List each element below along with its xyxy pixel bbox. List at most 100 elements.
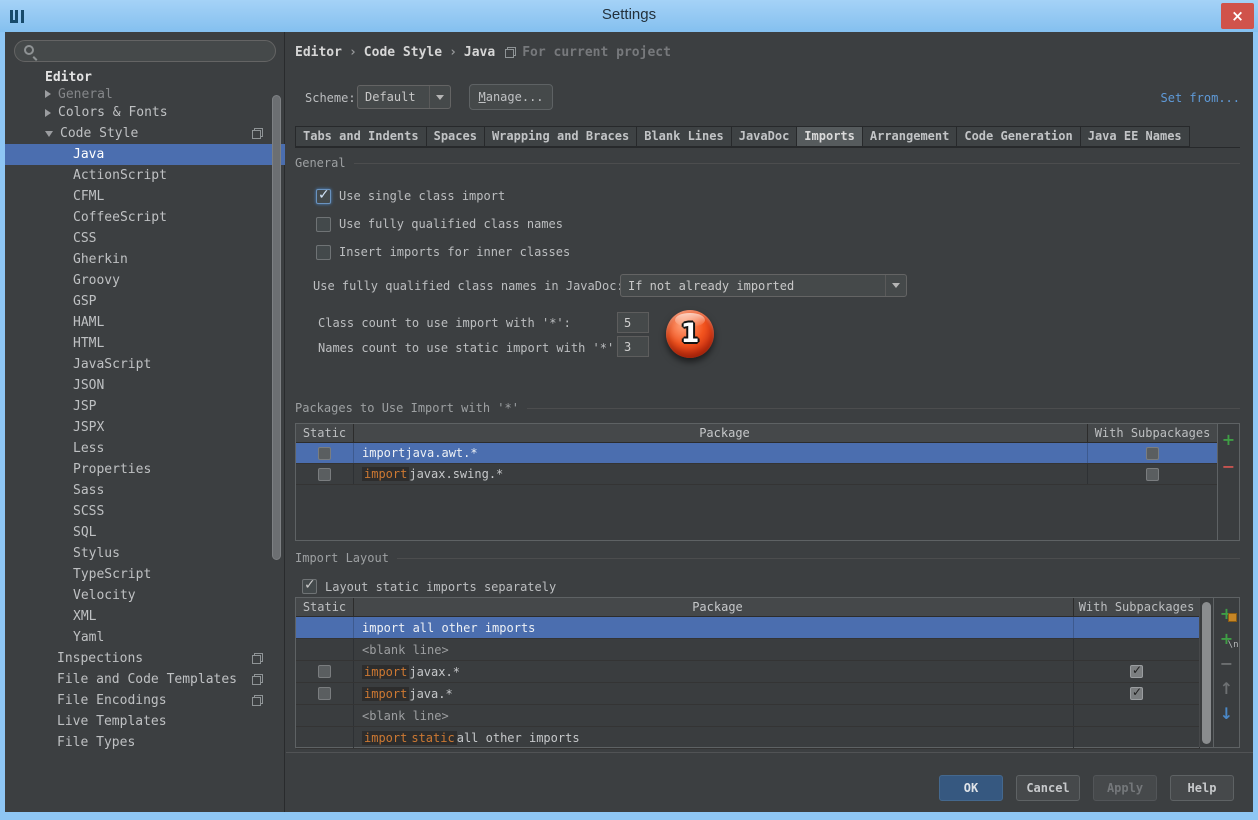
package-cell: <blank line> — [354, 639, 1074, 660]
breadcrumb-segment-editor[interactable]: Editor — [295, 45, 342, 60]
move-down-icon[interactable]: ↓ — [1218, 704, 1236, 722]
sidebar-item-json[interactable]: JSON — [5, 375, 285, 396]
table-checkbox[interactable] — [1130, 687, 1143, 700]
table-checkbox[interactable] — [318, 665, 331, 678]
manage-button[interactable]: Manage... — [469, 84, 553, 110]
sidebar-item-file-and-code-templates[interactable]: File and Code Templates — [5, 669, 285, 690]
add-icon[interactable]: + — [1220, 430, 1238, 448]
expand-arrow-icon[interactable] — [45, 109, 51, 117]
sidebar-item-xml[interactable]: XML — [5, 606, 285, 627]
tab-java-ee-names[interactable]: Java EE Names — [1080, 126, 1190, 147]
table-scrollbar-thumb[interactable] — [1202, 602, 1211, 744]
table-row[interactable]: import all other imports — [296, 617, 1200, 639]
sidebar-item-label: SQL — [73, 525, 96, 540]
set-from-link[interactable]: Set from... — [1161, 91, 1240, 105]
tab-tabs-and-indents[interactable]: Tabs and Indents — [295, 126, 427, 147]
table-row[interactable]: <blank line> — [296, 705, 1200, 727]
scheme-select[interactable]: Default — [357, 85, 451, 109]
sidebar-item-scss[interactable]: SCSS — [5, 501, 285, 522]
javadoc-select[interactable]: If not already imported — [620, 274, 907, 297]
tab-imports[interactable]: Imports — [796, 126, 863, 147]
sidebar-scrollbar-thumb[interactable] — [272, 95, 281, 560]
tab-code-generation[interactable]: Code Generation — [956, 126, 1080, 147]
sidebar-item-groovy[interactable]: Groovy — [5, 270, 285, 291]
checkbox-use-single-class-import[interactable] — [316, 189, 331, 204]
table-row[interactable]: import java.awt.* — [296, 443, 1218, 464]
checkbox-insert-imports-for-inner-classes[interactable] — [316, 245, 331, 260]
tab-spaces[interactable]: Spaces — [426, 126, 485, 147]
tab-arrangement[interactable]: Arrangement — [862, 126, 957, 147]
sidebar-item-jspx[interactable]: JSPX — [5, 417, 285, 438]
table-row[interactable]: import static all other imports — [296, 727, 1200, 749]
tab-blank-lines[interactable]: Blank Lines — [636, 126, 731, 147]
table-checkbox[interactable] — [1146, 447, 1159, 460]
names-count-input[interactable] — [617, 336, 649, 357]
add-package-icon[interactable]: + — [1218, 604, 1236, 622]
table-row[interactable]: import java.* — [296, 683, 1200, 705]
breadcrumb: Editor›Code Style›JavaFor current projec… — [295, 43, 671, 61]
checkbox-use-fully-qualified-class-names[interactable] — [316, 217, 331, 232]
sidebar-item-file-types[interactable]: File Types — [5, 732, 285, 753]
sidebar-item-inspections[interactable]: Inspections — [5, 648, 285, 669]
sidebar-item-jsp[interactable]: JSP — [5, 396, 285, 417]
table-row[interactable]: <blank line> — [296, 639, 1200, 661]
sidebar-item-stylus[interactable]: Stylus — [5, 543, 285, 564]
table-checkbox[interactable] — [318, 687, 331, 700]
search-input[interactable] — [43, 42, 268, 60]
sidebar-item-cfml[interactable]: CFML — [5, 186, 285, 207]
chevron-down-icon[interactable] — [429, 86, 450, 108]
table-checkbox[interactable] — [318, 447, 331, 460]
sidebar-item-html[interactable]: HTML — [5, 333, 285, 354]
sidebar-item-file-encodings[interactable]: File Encodings — [5, 690, 285, 711]
sidebar-item-sass[interactable]: Sass — [5, 480, 285, 501]
add-blank-line-icon[interactable]: + — [1218, 629, 1236, 647]
move-up-disabled-icon: ↑ — [1218, 679, 1236, 697]
table-checkbox[interactable] — [1130, 665, 1143, 678]
collapse-arrow-icon[interactable] — [45, 131, 53, 137]
sidebar-item-typescript[interactable]: TypeScript — [5, 564, 285, 585]
sidebar-item-code-style[interactable]: Code Style — [5, 123, 285, 144]
sidebar-item-javascript[interactable]: JavaScript — [5, 354, 285, 375]
sidebar-item-actionscript[interactable]: ActionScript — [5, 165, 285, 186]
general-section-title: General — [295, 156, 346, 170]
breadcrumb-segment-java[interactable]: Java — [464, 45, 495, 60]
class-count-input[interactable] — [617, 312, 649, 333]
tab-wrapping-and-braces[interactable]: Wrapping and Braces — [484, 126, 637, 147]
sidebar-item-properties[interactable]: Properties — [5, 459, 285, 480]
sidebar-item-coffeescript[interactable]: CoffeeScript — [5, 207, 285, 228]
table-checkbox[interactable] — [318, 468, 331, 481]
sidebar-item-gherkin[interactable]: Gherkin — [5, 249, 285, 270]
breadcrumb-separator: › — [449, 45, 457, 60]
cancel-button[interactable]: Cancel — [1016, 775, 1080, 801]
sidebar-item-gsp[interactable]: GSP — [5, 291, 285, 312]
breadcrumb-segment-code-style[interactable]: Code Style — [364, 45, 442, 60]
ok-button[interactable]: OK — [939, 775, 1003, 801]
sidebar-item-java[interactable]: Java — [5, 144, 285, 165]
sidebar-item-label: Code Style — [60, 126, 138, 141]
expand-arrow-icon[interactable] — [45, 90, 51, 98]
sidebar-item-general[interactable]: General — [5, 86, 285, 102]
sidebar-item-sql[interactable]: SQL — [5, 522, 285, 543]
sidebar-item-colors-fonts[interactable]: Colors & Fonts — [5, 102, 285, 123]
sidebar-item-velocity[interactable]: Velocity — [5, 585, 285, 606]
sidebar-item-live-templates[interactable]: Live Templates — [5, 711, 285, 732]
close-button[interactable]: × — [1221, 3, 1254, 29]
tab-javadoc[interactable]: JavaDoc — [731, 126, 798, 147]
sidebar-item-less[interactable]: Less — [5, 438, 285, 459]
table-row[interactable]: import javax.* — [296, 661, 1200, 683]
sidebar-item-css[interactable]: CSS — [5, 228, 285, 249]
layout-static-checkbox[interactable] — [302, 579, 317, 594]
sidebar-item-haml[interactable]: HAML — [5, 312, 285, 333]
scheme-value: Default — [365, 90, 416, 104]
table-checkbox[interactable] — [1146, 468, 1159, 481]
option-row-use-single-class-import: Use single class import — [316, 182, 570, 210]
help-button[interactable]: Help — [1170, 775, 1234, 801]
remove-icon[interactable]: − — [1220, 457, 1238, 475]
chevron-down-icon[interactable] — [885, 275, 906, 296]
keyword-text: import — [362, 467, 409, 481]
javadoc-label: Use fully qualified class names in JavaD… — [313, 279, 624, 293]
sidebar-item-editor: Editor — [5, 68, 285, 86]
sidebar-item-yaml[interactable]: Yaml — [5, 627, 285, 648]
table-row[interactable]: import javax.swing.* — [296, 464, 1218, 485]
settings-window: Settings × EditorGeneralColors & FontsCo… — [0, 0, 1258, 820]
